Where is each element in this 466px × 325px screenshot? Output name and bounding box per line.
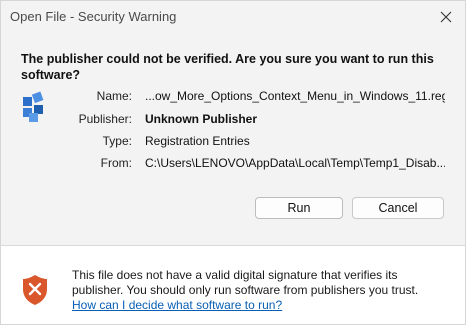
detail-label: Type: (102, 134, 132, 148)
run-button[interactable]: Run (255, 197, 343, 219)
close-button[interactable] (435, 6, 457, 28)
headline-message: The publisher could not be verified. Are… (21, 52, 434, 82)
footer-warning: This file does not have a valid digital … (1, 246, 465, 324)
detail-row-name: Name: ...ow_More_Options_Context_Menu_in… (1, 89, 465, 107)
security-warning-dialog: Open File - Security Warning The publish… (0, 0, 466, 325)
detail-label: Publisher: (78, 112, 132, 126)
close-icon (440, 11, 452, 23)
detail-value-name: ...ow_More_Options_Context_Menu_in_Windo… (145, 89, 445, 103)
help-link[interactable]: How can I decide what software to run? (72, 298, 282, 312)
detail-row-from: From: C:\Users\LENOVO\AppData\Local\Temp… (1, 156, 465, 174)
footer-warning-line2: publisher. You should only run software … (72, 283, 419, 297)
detail-row-type: Type: Registration Entries (1, 134, 465, 152)
detail-label: From: (100, 156, 132, 170)
detail-label: Name: (96, 89, 132, 103)
cancel-button[interactable]: Cancel (352, 197, 444, 219)
detail-value-type: Registration Entries (145, 134, 250, 148)
footer-warning-line1: This file does not have a valid digital … (72, 268, 398, 282)
window-title: Open File - Security Warning (10, 9, 177, 24)
detail-row-publisher: Publisher: Unknown Publisher (1, 112, 465, 130)
warning-shield-icon (23, 275, 47, 305)
footer-text: This file does not have a valid digital … (72, 268, 452, 313)
title-bar: Open File - Security Warning (1, 1, 465, 33)
detail-value-publisher: Unknown Publisher (145, 112, 258, 126)
detail-value-from: C:\Users\LENOVO\AppData\Local\Temp\Temp1… (145, 156, 445, 170)
dialog-body: The publisher could not be verified. Are… (1, 33, 465, 245)
